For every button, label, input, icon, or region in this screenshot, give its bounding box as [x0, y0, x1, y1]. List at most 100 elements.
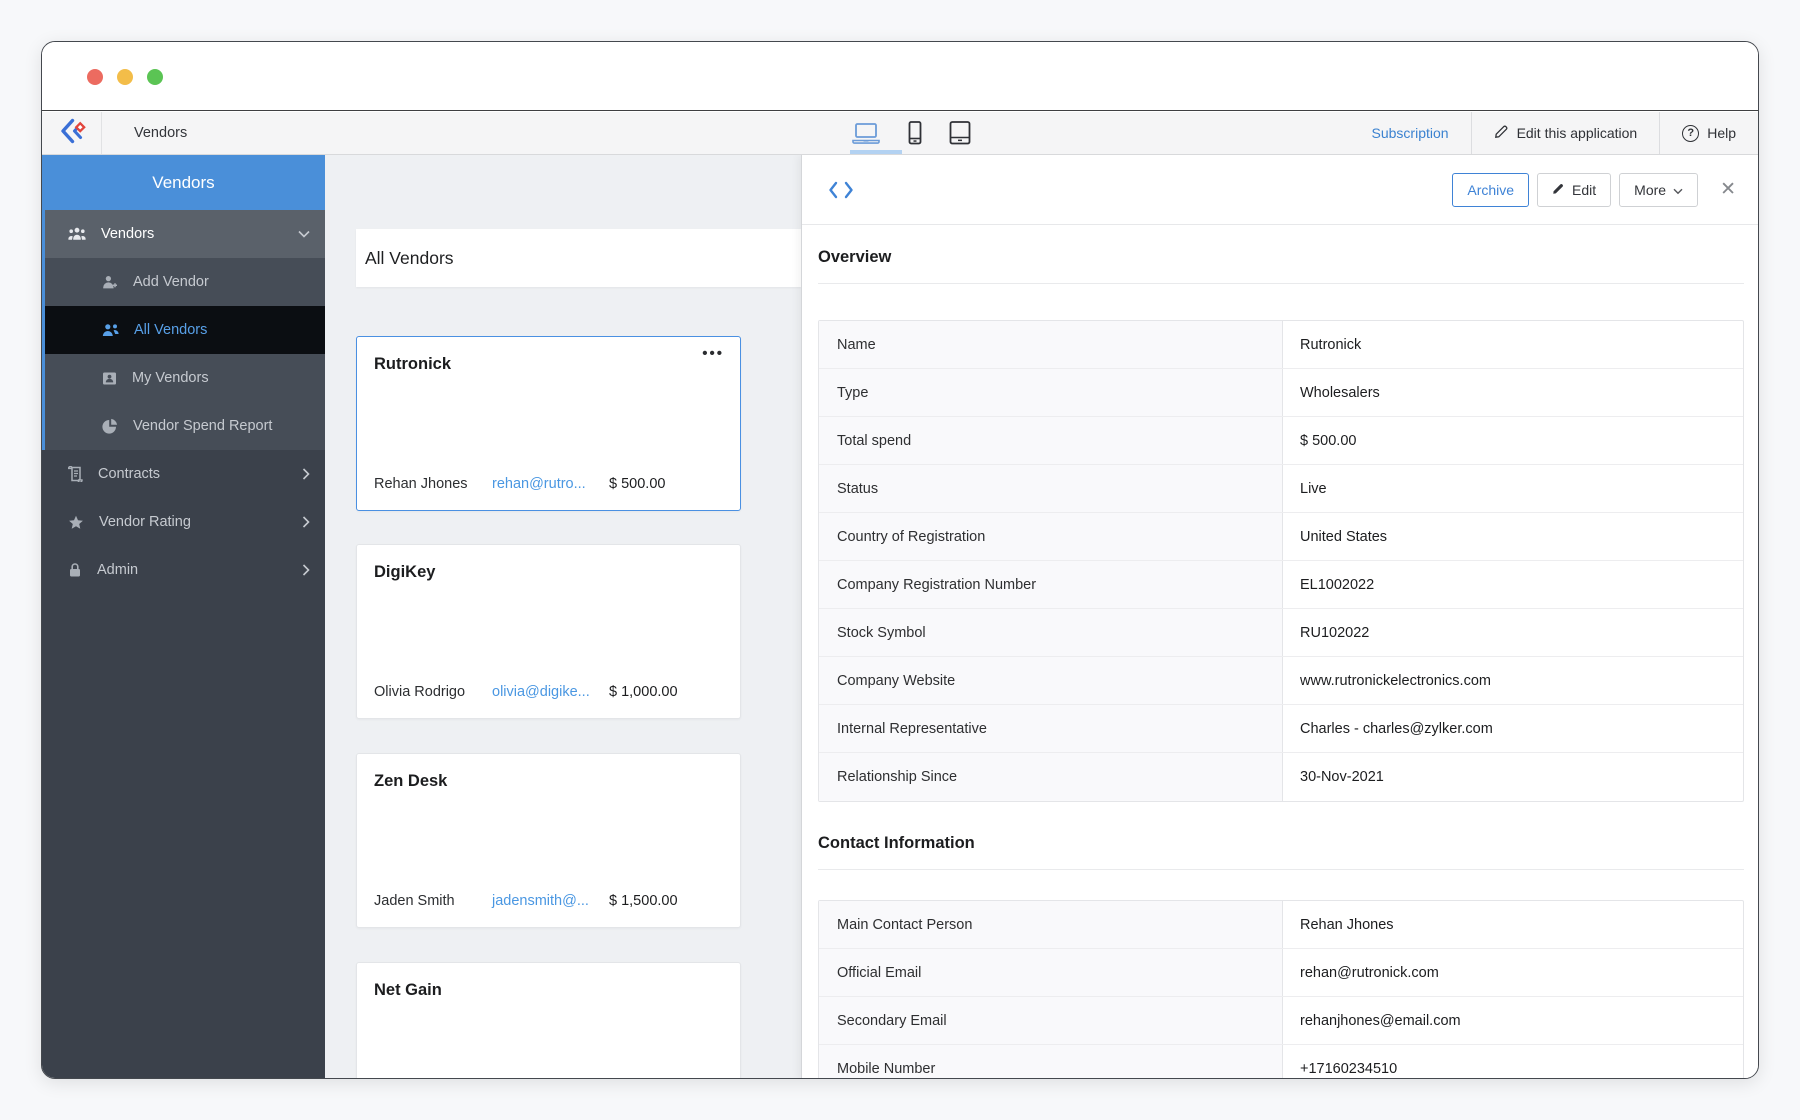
field-label: Main Contact Person — [819, 901, 1283, 948]
help-button[interactable]: ? Help — [1659, 112, 1758, 154]
sidebar-item-add-vendor[interactable]: Add Vendor — [42, 258, 325, 306]
vendor-email-link[interactable]: olivia@digike... — [492, 684, 609, 700]
record-detail-header: Archive Edit More ✕ — [802, 155, 1758, 225]
chevron-down-icon — [1673, 182, 1683, 198]
traffic-lights — [87, 69, 163, 85]
sidebar-item-label: Vendors — [101, 226, 155, 242]
table-row: Stock Symbol RU102022 — [819, 609, 1743, 657]
vendor-name: Zen Desk — [374, 772, 448, 790]
pencil-icon — [1494, 124, 1509, 142]
vendor-name: Rutronick — [374, 355, 452, 373]
app-body: Vendors Vendors Add Vendor All Vendors M… — [42, 155, 1758, 1078]
toolbar-right-group: Subscription Edit this application ? Hel… — [1350, 112, 1758, 154]
field-label: Official Email — [819, 949, 1283, 996]
overview-table: Name Rutronick Type Wholesalers Total sp… — [818, 320, 1744, 802]
secondary-email-link[interactable]: rehanjhones@email.com — [1283, 997, 1461, 1044]
card-summary-row: Olivia Rodrigo olivia@digike... $ 1,000.… — [374, 684, 726, 700]
vendor-card-netgain[interactable]: Net Gain — [356, 962, 741, 1078]
record-detail-content: Overview Name Rutronick Type Wholesalers… — [802, 225, 1758, 1078]
sidebar-item-all-vendors[interactable]: All Vendors — [42, 306, 325, 354]
close-window-button[interactable] — [87, 69, 103, 85]
archive-button[interactable]: Archive — [1452, 172, 1530, 207]
contract-icon — [68, 466, 83, 482]
table-row: Secondary Email rehanjhones@email.com — [819, 997, 1743, 1045]
vendor-card-rutronick[interactable]: Rutronick ••• Rehan Jhones rehan@rutro..… — [356, 336, 741, 511]
card-menu-icon[interactable]: ••• — [702, 345, 724, 362]
sidebar-item-label: Add Vendor — [133, 274, 209, 290]
person-add-icon — [103, 275, 117, 288]
table-row: Company Registration Number EL1002022 — [819, 561, 1743, 609]
field-label: Company Registration Number — [819, 561, 1283, 608]
table-row: Type Wholesalers — [819, 369, 1743, 417]
field-label: Type — [819, 369, 1283, 416]
zoom-window-button[interactable] — [147, 69, 163, 85]
subscription-link[interactable]: Subscription — [1350, 112, 1471, 154]
active-group-indicator — [42, 210, 45, 450]
minimize-window-button[interactable] — [117, 69, 133, 85]
field-label: Secondary Email — [819, 997, 1283, 1044]
table-row: Total spend $ 500.00 — [819, 417, 1743, 465]
field-value: Wholesalers — [1300, 384, 1380, 401]
field-value: Rutronick — [1300, 336, 1362, 353]
sidebar-item-vendors[interactable]: Vendors — [42, 210, 325, 258]
contact-section-title: Contact Information — [818, 834, 975, 852]
field-value: United States — [1300, 528, 1388, 545]
phone-view-icon[interactable] — [906, 120, 924, 146]
close-icon[interactable]: ✕ — [1720, 180, 1736, 199]
table-row: Official Email rehan@rutronick.com — [819, 949, 1743, 997]
field-value: Rehan Jhones — [1300, 916, 1394, 933]
field-label: Stock Symbol — [819, 609, 1283, 656]
window-titlebar — [42, 42, 1758, 111]
overview-section-title: Overview — [818, 248, 892, 266]
people-icon — [102, 323, 119, 336]
vendor-card-zendesk[interactable]: Zen Desk Jaden Smith jadensmith@... $ 1,… — [356, 753, 741, 928]
expand-record-icon[interactable] — [828, 180, 854, 200]
vendor-email-link[interactable]: jadensmith@... — [492, 893, 609, 909]
sidebar-item-vendor-rating[interactable]: Vendor Rating — [42, 498, 325, 546]
lock-icon — [70, 563, 80, 577]
edit-button[interactable]: Edit — [1537, 172, 1612, 207]
table-row: Name Rutronick — [819, 321, 1743, 369]
tablet-view-icon[interactable] — [948, 120, 972, 146]
sidebar-item-label: Contracts — [98, 466, 161, 482]
vendor-card-digikey[interactable]: DigiKey Olivia Rodrigo olivia@digike... … — [356, 544, 741, 719]
sidebar-item-contracts[interactable]: Contracts — [42, 450, 325, 498]
table-row: Internal Representative Charles - charle… — [819, 705, 1743, 753]
vendor-email-link[interactable]: rehan@rutro... — [492, 476, 609, 492]
vendor-name: Net Gain — [374, 981, 442, 999]
vendor-list-area: All Vendors Rutronick ••• Rehan Jhones r… — [325, 155, 801, 1078]
app-logo[interactable] — [42, 112, 102, 154]
field-value: +17160234510 — [1300, 1061, 1398, 1077]
company-website-link[interactable]: www.rutronickelectronics.com — [1283, 657, 1491, 704]
more-button[interactable]: More — [1619, 172, 1699, 207]
field-label: Total spend — [819, 417, 1283, 464]
star-icon — [69, 515, 83, 529]
creator-logo-icon — [57, 116, 87, 151]
field-label: Country of Registration — [819, 513, 1283, 560]
table-row: Main Contact Person Rehan Jhones — [819, 901, 1743, 949]
field-value: $ 500.00 — [1300, 432, 1357, 449]
field-value: EL1002022 — [1300, 576, 1375, 593]
group-icon — [68, 227, 86, 240]
official-email-link[interactable]: rehan@rutronick.com — [1283, 949, 1439, 996]
field-value: Charles - charles@zylker.com — [1300, 720, 1493, 737]
more-button-label: More — [1634, 181, 1667, 198]
pencil-icon — [1552, 182, 1565, 198]
field-label: Internal Representative — [819, 705, 1283, 752]
field-label: Name — [819, 321, 1283, 368]
edit-application-button[interactable]: Edit this application — [1470, 112, 1660, 154]
sidebar-item-admin[interactable]: Admin — [42, 546, 325, 594]
field-label: Relationship Since — [819, 753, 1283, 801]
chevron-down-icon — [298, 230, 310, 238]
table-row: Country of Registration United States — [819, 513, 1743, 561]
sidebar-title: Vendors — [42, 155, 325, 210]
field-value: RU102022 — [1300, 624, 1370, 641]
pie-chart-icon — [102, 418, 118, 434]
sidebar-item-my-vendors[interactable]: My Vendors — [42, 354, 325, 402]
record-detail-panel: Archive Edit More ✕ Overview Name Rutron… — [801, 155, 1758, 1078]
field-value: Live — [1300, 480, 1327, 497]
table-row: Mobile Number +17160234510 — [819, 1045, 1743, 1078]
sidebar-item-vendor-spend-report[interactable]: Vendor Spend Report — [42, 402, 325, 450]
vendor-amount: $ 500.00 — [609, 476, 666, 492]
desktop-view-icon[interactable] — [850, 121, 882, 145]
